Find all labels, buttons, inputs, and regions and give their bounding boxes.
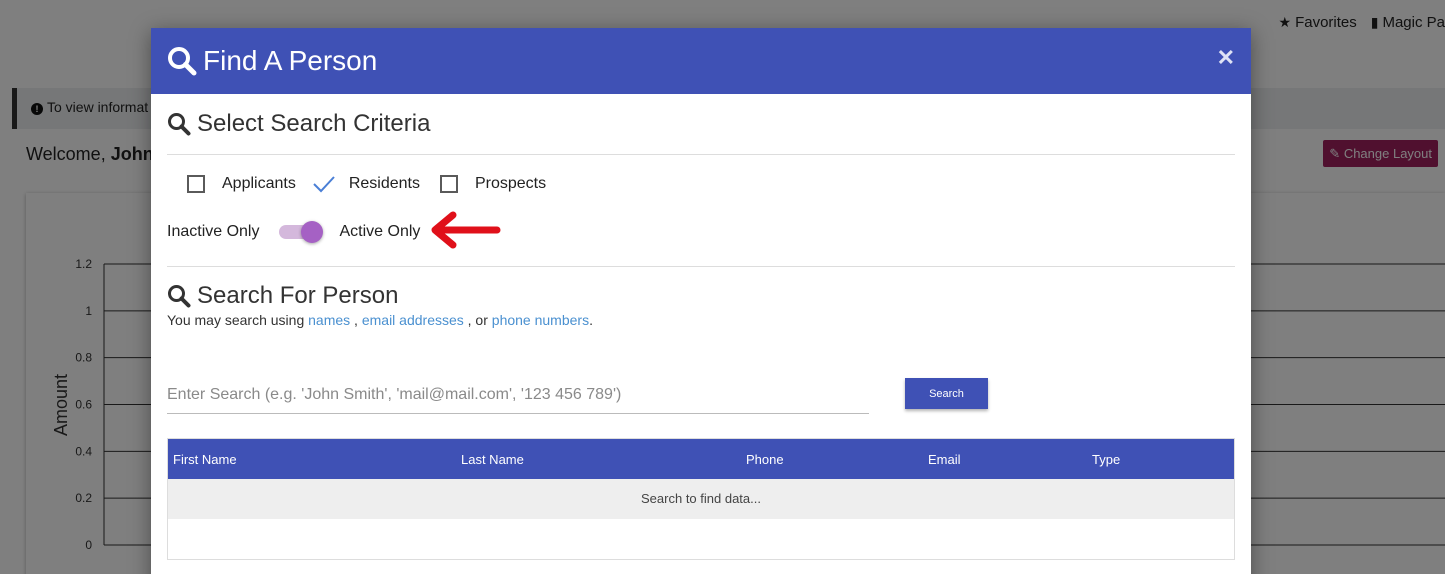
criteria-heading: Select Search Criteria <box>167 110 1235 138</box>
phone-numbers-link[interactable]: phone numbers <box>492 312 589 328</box>
inactive-only-label: Inactive Only <box>167 223 260 240</box>
search-button[interactable]: Search <box>905 378 988 409</box>
column-first-name[interactable]: First Name <box>168 452 456 467</box>
column-last-name[interactable]: Last Name <box>456 452 741 467</box>
search-icon <box>168 285 191 308</box>
divider <box>167 266 1235 267</box>
close-icon[interactable]: ✕ <box>1217 45 1235 71</box>
names-link[interactable]: names <box>308 312 350 328</box>
active-toggle-row: Inactive Only Active Only <box>167 211 1235 249</box>
search-row: Search <box>167 328 1235 438</box>
residents-checkbox[interactable]: Residents <box>313 175 420 193</box>
results-table: First Name Last Name Phone Email Type Se… <box>167 438 1235 560</box>
empty-results-message: Search to find data... <box>168 479 1234 519</box>
active-only-label: Active Only <box>339 223 421 240</box>
email-addresses-link[interactable]: email addresses <box>362 312 464 328</box>
results-body <box>168 519 1234 559</box>
column-type[interactable]: Type <box>1087 452 1227 467</box>
applicants-checkbox[interactable]: Applicants <box>187 175 296 193</box>
search-input[interactable] <box>167 376 869 414</box>
divider <box>167 154 1235 155</box>
column-email[interactable]: Email <box>923 452 1087 467</box>
search-heading: Search For Person <box>167 282 1235 310</box>
checkbox-box <box>439 175 458 193</box>
search-hint: You may search using names , email addre… <box>167 312 593 328</box>
checkmark-icon <box>313 176 335 193</box>
find-person-modal: Find A Person ✕ Select Search Criteria A… <box>151 28 1251 574</box>
search-icon <box>168 113 191 136</box>
checkbox-box <box>187 175 205 193</box>
modal-header: Find A Person <box>151 28 1251 94</box>
results-header: First Name Last Name Phone Email Type <box>168 439 1234 479</box>
prospects-checkbox[interactable]: Prospects <box>439 175 546 193</box>
active-toggle-switch[interactable] <box>279 220 325 244</box>
red-arrow-icon <box>431 211 501 249</box>
column-phone[interactable]: Phone <box>741 452 923 467</box>
search-icon <box>168 47 197 76</box>
modal-title: Find A Person <box>203 45 378 76</box>
person-type-checkboxes: Applicants Residents Prospects <box>167 175 1235 193</box>
